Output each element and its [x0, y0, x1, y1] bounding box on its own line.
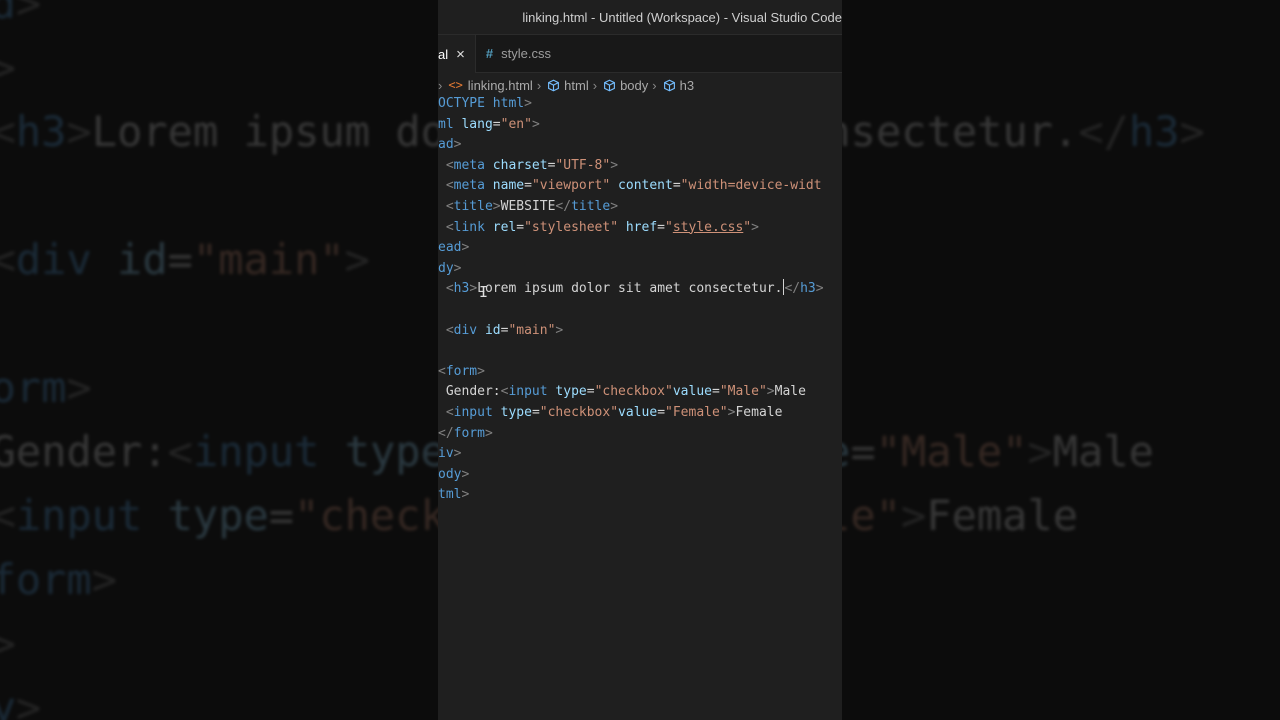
code-line[interactable]: OCTYPE html>	[438, 94, 842, 115]
code-line[interactable]: Gender:<input type="checkbox"value="Male…	[438, 382, 842, 403]
code-line[interactable]	[438, 300, 842, 321]
breadcrumb-html[interactable]: html	[547, 78, 589, 93]
tab-linking-html[interactable]: al ×	[438, 35, 475, 73]
code-line[interactable]: <title>WEBSITE</title>	[438, 197, 842, 218]
breadcrumb-h3-label: h3	[679, 77, 695, 93]
chevron-right-icon: ›	[652, 77, 657, 93]
code-line[interactable]: <h3>Lorem ipsum dolor sit amet consectet…	[438, 279, 842, 300]
close-icon[interactable]: ×	[456, 46, 465, 63]
text-cursor-ibeam-icon: I	[479, 283, 489, 301]
code-line[interactable]: ad>	[438, 135, 842, 156]
chevron-right-icon: ›	[438, 77, 443, 93]
code-line[interactable]: <meta charset="UTF-8">	[438, 156, 842, 177]
code-line[interactable]: tml>	[438, 485, 842, 506]
code-line[interactable]: iv>	[438, 444, 842, 465]
code-line[interactable]: ody>	[438, 465, 842, 486]
breadcrumb-body-label: body	[620, 77, 649, 93]
element-cube-icon	[548, 79, 560, 91]
breadcrumb-body[interactable]: body	[603, 78, 648, 93]
html-file-icon: <>	[448, 78, 463, 92]
css-file-icon: #	[485, 46, 494, 61]
code-line[interactable]: <link rel="stylesheet" href="style.css">	[438, 218, 842, 239]
code-line[interactable]: <form>	[438, 362, 842, 383]
chevron-right-icon: ›	[536, 77, 542, 93]
breadcrumb-file-label: linking.html	[467, 77, 533, 93]
chevron-right-icon: ›	[592, 77, 598, 93]
tab-label: style.css	[501, 46, 551, 61]
breadcrumb-h3[interactable]: h3	[663, 78, 694, 93]
breadcrumb-html-label: html	[564, 77, 589, 93]
editor-tabs: al × # style.css	[438, 35, 842, 73]
breadcrumb-file[interactable]: <> linking.html	[448, 78, 532, 93]
element-cube-icon	[604, 79, 616, 91]
code-line[interactable]: <input type="checkbox"value="Female">Fem…	[438, 403, 842, 424]
code-editor[interactable]: OCTYPE html> ml lang="en"> ad> <meta chars…	[438, 94, 842, 506]
tab-style-css[interactable]: # style.css	[474, 35, 601, 72]
code-line[interactable]: ml lang="en">	[438, 115, 842, 136]
code-line[interactable]: dy>	[438, 259, 842, 280]
code-line[interactable]: </form>	[438, 424, 842, 445]
vscode-window: linking.html - Untitled (Workspace) - Vi…	[438, 0, 842, 720]
element-cube-icon	[663, 79, 675, 91]
window-title: linking.html - Untitled (Workspace) - Vi…	[522, 9, 842, 25]
tab-label: al	[438, 47, 449, 62]
breadcrumb: › <> linking.html › html › body › h3	[438, 74, 842, 96]
code-line[interactable]: <meta name="viewport" content="width=dev…	[438, 176, 842, 197]
code-line[interactable]	[438, 341, 842, 362]
code-line[interactable]: <div id="main">	[438, 321, 842, 342]
title-bar: linking.html - Untitled (Workspace) - Vi…	[438, 0, 842, 35]
code-line[interactable]: ead>	[438, 238, 842, 259]
